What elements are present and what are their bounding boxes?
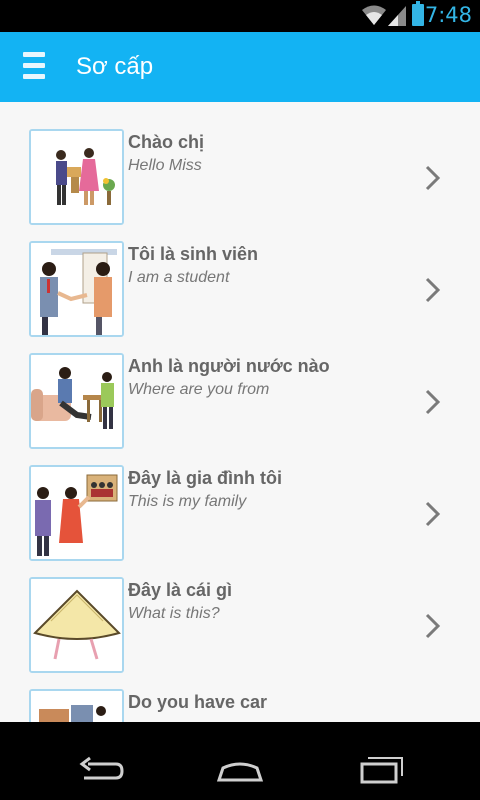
wifi-icon — [362, 5, 386, 25]
lesson-subtitle: What is this? — [128, 605, 220, 622]
chevron-right-icon[interactable] — [424, 276, 442, 304]
signal-icon — [388, 6, 406, 26]
back-icon[interactable] — [76, 754, 126, 788]
lesson-list[interactable]: Chào chị Hello Miss Tôi là sinh viên I a… — [0, 102, 480, 722]
lesson-subtitle: Hello Miss — [128, 157, 202, 174]
lesson-title: Chào chị — [128, 132, 205, 152]
lesson-thumbnail — [29, 129, 124, 225]
lesson-item[interactable]: Chào chị Hello Miss — [0, 102, 480, 225]
lesson-thumbnail — [29, 689, 124, 722]
lesson-thumbnail — [29, 577, 124, 673]
lesson-thumbnail — [29, 241, 124, 337]
chevron-right-icon[interactable] — [424, 164, 442, 192]
navigation-bar — [0, 740, 480, 800]
battery-icon — [412, 1, 424, 26]
lesson-item[interactable]: Anh là người nước nào Where are you from — [0, 326, 480, 449]
lesson-title: Tôi là sinh viên — [128, 244, 259, 264]
status-bar: 7:48 — [0, 0, 480, 32]
lesson-item[interactable]: Đây là cái gì What is this? — [0, 550, 480, 673]
lesson-title: Do you have car — [128, 692, 268, 712]
clock: 7:48 — [424, 3, 472, 27]
home-icon[interactable] — [215, 754, 265, 788]
chevron-right-icon[interactable] — [424, 388, 442, 416]
chevron-right-icon[interactable] — [424, 612, 442, 640]
lesson-title: Đây là cái gì — [128, 580, 233, 600]
recent-apps-icon[interactable] — [356, 754, 406, 788]
lesson-subtitle: I am a student — [128, 269, 230, 286]
lesson-item[interactable]: Tôi là sinh viên I am a student — [0, 214, 480, 337]
lesson-item[interactable]: Đây là gia đình tôi This is my family — [0, 438, 480, 561]
hamburger-menu-icon[interactable] — [23, 52, 45, 82]
lesson-subtitle: This is my family — [128, 493, 247, 510]
lesson-item[interactable]: Do you have car — [0, 662, 480, 722]
lesson-thumbnail — [29, 353, 124, 449]
lesson-title: Đây là gia đình tôi — [128, 468, 283, 488]
lesson-thumbnail — [29, 465, 124, 561]
lesson-title: Anh là người nước nào — [128, 356, 330, 376]
action-bar: Sơ cấp — [0, 32, 480, 102]
chevron-right-icon[interactable] — [424, 500, 442, 528]
page-title: Sơ cấp — [76, 53, 154, 80]
lesson-subtitle: Where are you from — [128, 381, 270, 398]
